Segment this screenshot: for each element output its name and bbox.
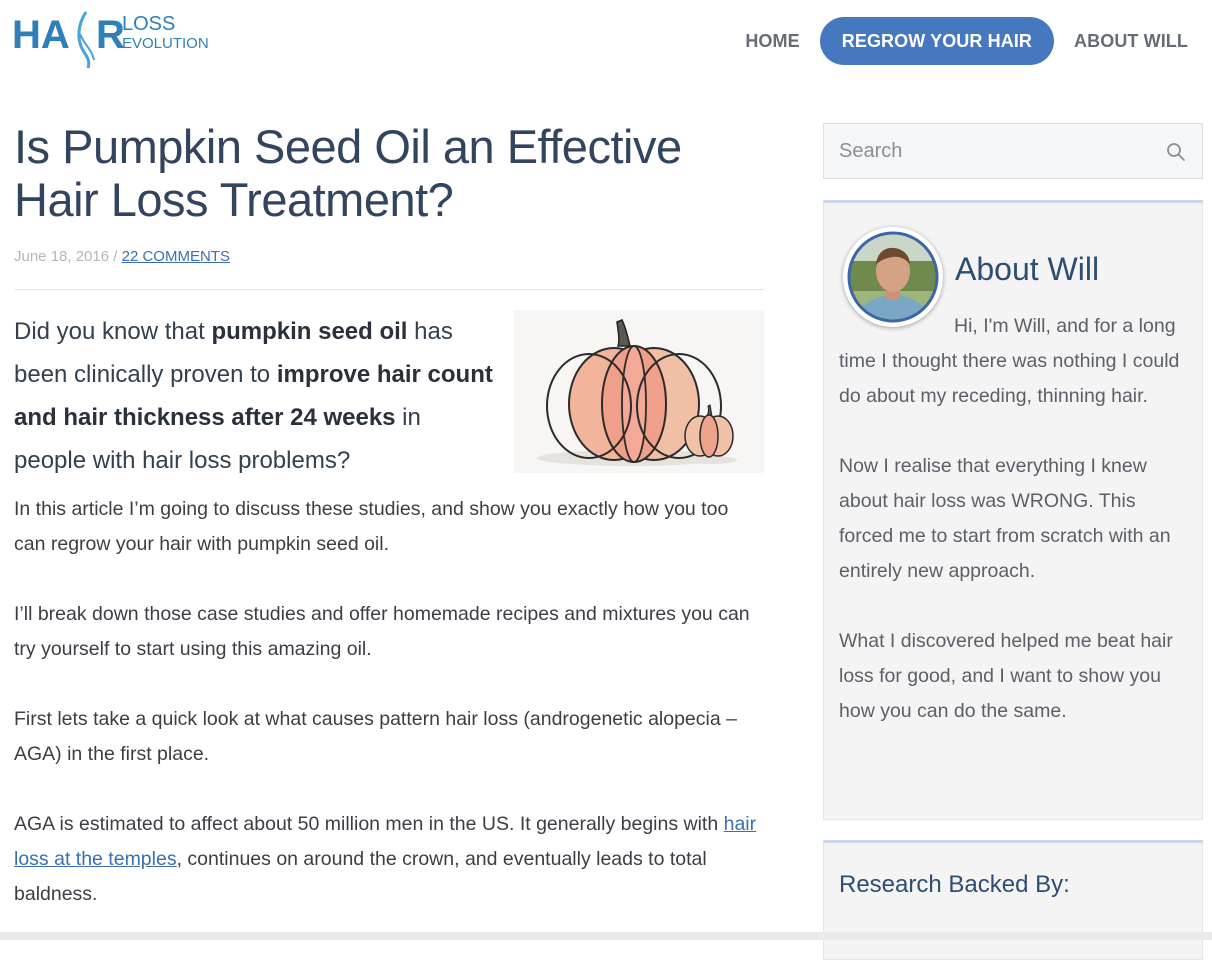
article-title: Is Pumpkin Seed Oil an Effective Hair Lo… [14,120,682,226]
pumpkin-illustration [514,310,764,473]
logo-loss-text: LOSS [122,13,175,35]
logo-evolution-text: EVOLUTION [122,35,209,52]
nav-regrow-your-hair[interactable]: REGROW YOUR HAIR [819,17,1055,65]
article: Is Pumpkin Seed Oil an Effective Hair Lo… [14,120,764,947]
intro-text: Did you know that pumpkin seed oil has b… [14,310,494,482]
article-date: June 18, 2016 [14,248,110,265]
about-will-body: Hi, I'm Will, and for a long time I thou… [839,309,1189,764]
article-paragraph: I’ll break down those case studies and o… [14,603,750,660]
logo-hair-text: HA [12,13,70,57]
about-paragraph: Hi, I'm Will, and for a long time I thou… [839,315,1180,407]
about-paragraph: Now I realise that everything I knew abo… [839,455,1171,582]
search-box [823,123,1203,179]
about-paragraph: What I discovered helped me beat hair lo… [839,630,1173,722]
main-nav: HOME REGROW YOUR HAIR ABOUT WILL [725,17,1188,65]
search-input[interactable] [824,124,1139,178]
research-backed-title: Research Backed By: [839,871,1070,898]
meta-separator: / [109,248,122,265]
article-paragraph: AGA is estimated to affect about 50 mill… [14,807,764,912]
article-intro: Did you know that pumpkin seed oil has b… [14,310,764,492]
about-will-widget: About Will Hi, I'm Will, and for a long … [823,200,1203,820]
comments-link[interactable]: 22 COMMENTS [122,248,230,265]
divider [14,289,764,290]
site-logo[interactable]: HA R LOSS EVOLUTION [12,4,218,70]
research-widget: Research Backed By: [823,840,1203,960]
paragraph-text: AGA is estimated to affect about 50 mill… [14,813,724,835]
nav-home[interactable]: HOME [725,17,819,65]
article-paragraph: In this article I’m going to discuss the… [14,498,729,555]
intro-bold-part: pumpkin seed oil [211,318,408,345]
logo-r-text: R [96,13,125,57]
about-will-title: About Will [955,251,1100,287]
article-paragraph: First lets take a quick look at what cau… [14,708,737,765]
search-icon[interactable] [1166,142,1186,167]
article-meta: June 18, 2016 / 22 COMMENTS [14,248,764,265]
nav-about-will[interactable]: ABOUT WILL [1054,17,1188,65]
intro-text-part: Did you know that [14,318,212,345]
horizontal-scrollbar[interactable] [0,932,1212,940]
